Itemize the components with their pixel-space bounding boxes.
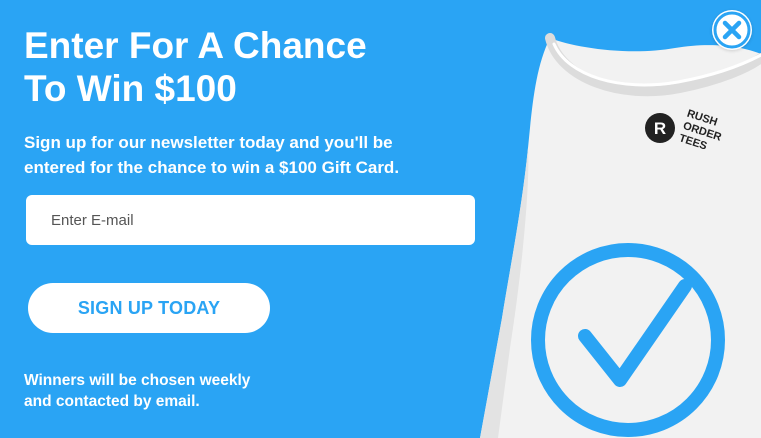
- close-button[interactable]: [712, 10, 752, 50]
- newsletter-popup: Enter For A Chance To Win $100 Sign up f…: [0, 0, 761, 438]
- description-line-2: entered for the chance to win a $100 Gif…: [24, 158, 400, 177]
- logo-letter: R: [654, 119, 666, 138]
- email-input[interactable]: [26, 195, 475, 245]
- close-icon: [713, 11, 751, 49]
- winners-note-line-2: and contacted by email.: [24, 393, 200, 410]
- tshirt-image: R RUSH ORDER TEES: [480, 33, 761, 438]
- winners-note: Winners will be chosen weekly and contac…: [24, 370, 344, 412]
- description-line-1: Sign up for our newsletter today and you…: [24, 133, 393, 152]
- headline-line-2: To Win $100: [24, 68, 237, 109]
- popup-description: Sign up for our newsletter today and you…: [24, 130, 494, 180]
- headline-line-1: Enter For A Chance: [24, 25, 367, 66]
- sign-up-button[interactable]: SIGN UP TODAY: [28, 283, 270, 333]
- popup-headline: Enter For A Chance To Win $100: [24, 24, 444, 110]
- winners-note-line-1: Winners will be chosen weekly: [24, 372, 251, 389]
